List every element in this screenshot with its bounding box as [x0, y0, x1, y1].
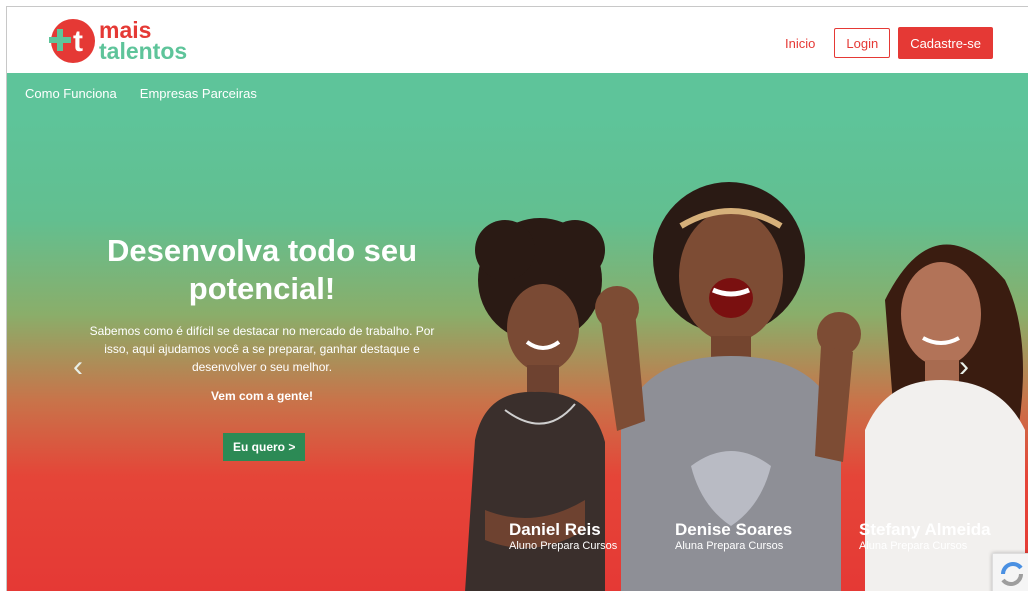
hero-text-block: Desenvolva todo seu potencial! Sabemos c… [85, 232, 439, 403]
logo-text: mais talentos [99, 19, 188, 64]
recaptcha-icon [1001, 562, 1023, 586]
hero-banner: Desenvolva todo seu potencial! Sabemos c… [7, 114, 1028, 591]
eu-quero-button[interactable]: Eu quero > [223, 433, 306, 461]
header-actions: Inicio Login Cadastre-se [785, 27, 993, 59]
person-name: Daniel Reis [509, 520, 601, 539]
carousel-prev-icon[interactable]: ‹ [73, 350, 83, 384]
logo[interactable]: t mais talentos [43, 15, 187, 67]
hero-title: Desenvolva todo seu potencial! [106, 233, 418, 306]
logo-word-talentos: talentos [99, 38, 188, 64]
secondary-nav: Como Funciona Empresas Parceiras [7, 73, 1028, 114]
site-header: t mais talentos Inicio Login Cadastre-se [7, 7, 1028, 73]
logo-mark-icon: t [49, 19, 95, 63]
nav-item-como-funciona[interactable]: Como Funciona [25, 86, 117, 101]
caption-stefany: Stefany Almeida Aluna Prepara Cursos [859, 520, 991, 553]
carousel-next-icon[interactable]: › [959, 350, 969, 384]
caption-denise: Denise Soares Aluna Prepara Cursos [675, 520, 792, 553]
nav-item-empresas-parceiras[interactable]: Empresas Parceiras [140, 86, 257, 101]
hero-description: Sabemos como é difícil se destacar no me… [89, 324, 435, 374]
person-name: Stefany Almeida [859, 520, 991, 539]
hero-cta-text: Vem com a gente! [210, 389, 314, 403]
svg-text:t: t [73, 25, 83, 58]
recaptcha-badge[interactable] [992, 553, 1028, 591]
signup-button[interactable]: Cadastre-se [898, 27, 993, 59]
browser-viewport: t mais talentos Inicio Login Cadastre-se… [6, 6, 1028, 591]
person-name: Denise Soares [675, 520, 793, 539]
person-role: Aluno Prepara Cursos [509, 540, 618, 552]
inicio-link[interactable]: Inicio [785, 36, 815, 51]
caption-daniel: Daniel Reis Aluno Prepara Cursos [509, 520, 617, 553]
login-button[interactable]: Login [834, 28, 891, 58]
person-role: Aluna Prepara Cursos [675, 540, 784, 552]
person-role: Aluna Prepara Cursos [859, 540, 968, 552]
